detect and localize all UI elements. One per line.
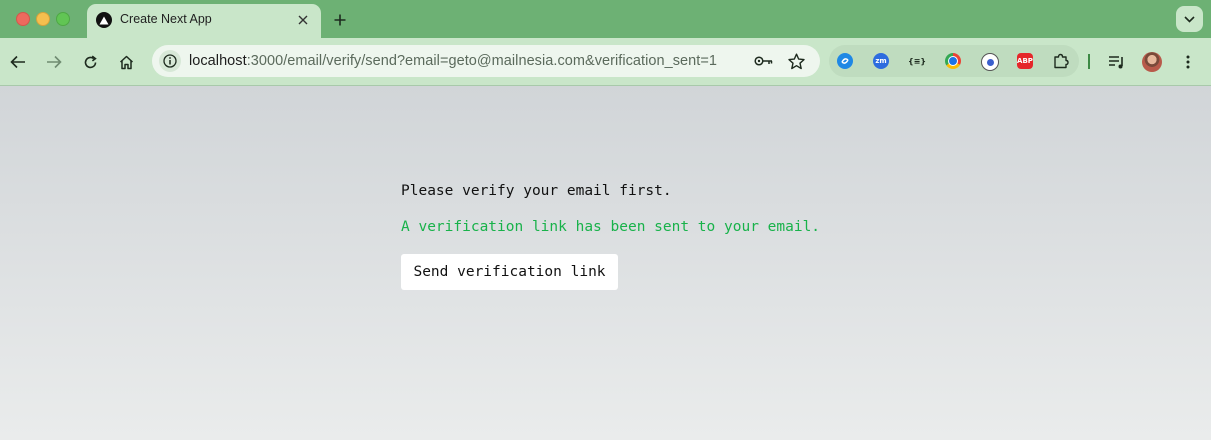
back-arrow-icon[interactable] — [6, 50, 30, 74]
toolbar-divider — [1088, 54, 1090, 69]
verification-sent-status: A verification link has been sent to you… — [401, 219, 821, 235]
window-minimize-button[interactable] — [36, 12, 50, 26]
avatar[interactable] — [1140, 50, 1164, 74]
bookmark-star-icon[interactable] — [786, 51, 806, 71]
sync-icon[interactable] — [837, 53, 853, 69]
more-menu-icon[interactable] — [1176, 50, 1200, 74]
page-viewport: ⋮ Please verify your email first. A veri… — [0, 86, 1211, 440]
verify-email-panel: Please verify your email first. A verifi… — [401, 183, 820, 290]
home-icon[interactable] — [114, 50, 138, 74]
resize-handle-icon[interactable]: ⋮ — [1207, 182, 1211, 193]
extension-icon[interactable] — [981, 53, 999, 71]
send-verification-link-button[interactable]: Send verification link — [401, 254, 618, 290]
url-host: localhost — [189, 53, 247, 69]
tab-close-icon[interactable] — [295, 12, 311, 28]
zoom-icon[interactable]: zm — [873, 53, 889, 69]
tab-search-chevron-down-icon[interactable] — [1176, 6, 1203, 32]
tab-title: Create Next App — [120, 12, 212, 26]
color-picker-icon[interactable] — [945, 53, 961, 69]
forward-arrow-icon[interactable] — [42, 50, 66, 74]
window-maximize-button[interactable] — [56, 12, 70, 26]
password-key-icon[interactable] — [754, 51, 774, 71]
tab-strip: Create Next App — [0, 0, 1211, 38]
url-text[interactable]: localhost:3000/email/verify/send?email=g… — [189, 53, 717, 69]
reload-icon[interactable] — [78, 50, 102, 74]
media-controls-icon[interactable] — [1104, 50, 1128, 74]
puzzle-icon[interactable] — [1053, 53, 1069, 69]
adblock-plus-icon[interactable]: ABP — [1017, 53, 1033, 69]
extensions-area: zm {≡} ABP — [829, 45, 1079, 77]
nextjs-triangle-icon — [96, 12, 112, 28]
json-viewer-icon[interactable]: {≡} — [908, 53, 926, 69]
window-close-button[interactable] — [16, 12, 30, 26]
verify-prompt: Please verify your email first. — [401, 183, 672, 199]
active-tab[interactable]: Create Next App — [87, 4, 321, 38]
browser-toolbar: localhost:3000/email/verify/send?email=g… — [0, 38, 1211, 86]
site-info-icon[interactable] — [159, 50, 181, 72]
url-path: :3000/email/verify/send?email=geto@mailn… — [246, 53, 717, 69]
new-tab-icon[interactable] — [329, 9, 351, 31]
address-bar[interactable]: localhost:3000/email/verify/send?email=g… — [152, 45, 820, 77]
